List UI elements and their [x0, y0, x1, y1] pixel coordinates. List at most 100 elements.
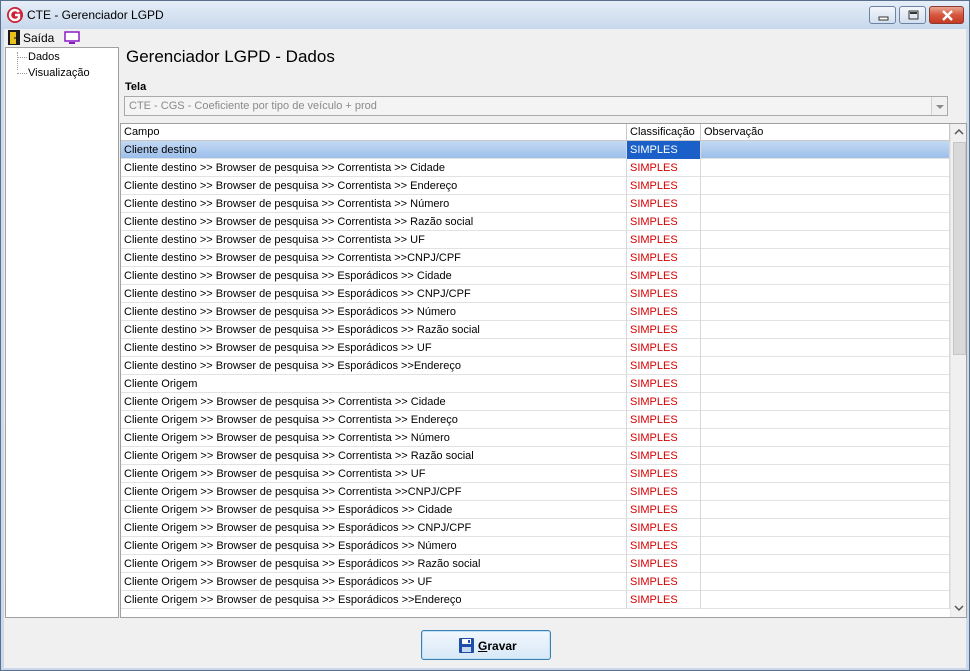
table-row[interactable]: Cliente Origem >> Browser de pesquisa >>… — [121, 501, 950, 519]
cell-classificacao[interactable]: SIMPLES — [627, 141, 701, 159]
cell-observacao[interactable] — [701, 177, 950, 195]
cell-campo[interactable]: Cliente destino >> Browser de pesquisa >… — [121, 159, 627, 177]
title-bar[interactable]: CTE - Gerenciador LGPD — [1, 1, 969, 29]
table-row[interactable]: Cliente Origem >> Browser de pesquisa >>… — [121, 537, 950, 555]
cell-classificacao[interactable]: SIMPLES — [627, 465, 701, 483]
cell-classificacao[interactable]: SIMPLES — [627, 159, 701, 177]
cell-observacao[interactable] — [701, 249, 950, 267]
cell-observacao[interactable] — [701, 591, 950, 609]
cell-observacao[interactable] — [701, 501, 950, 519]
cell-campo[interactable]: Cliente Origem >> Browser de pesquisa >>… — [121, 573, 627, 591]
cell-observacao[interactable] — [701, 159, 950, 177]
cell-classificacao[interactable]: SIMPLES — [627, 249, 701, 267]
table-row[interactable]: Cliente destino >> Browser de pesquisa >… — [121, 267, 950, 285]
cell-campo[interactable]: Cliente destino >> Browser de pesquisa >… — [121, 303, 627, 321]
tree-item-visualizacao[interactable]: Visualização — [28, 67, 90, 79]
close-button[interactable] — [929, 6, 964, 24]
cell-classificacao[interactable]: SIMPLES — [627, 501, 701, 519]
cell-classificacao[interactable]: SIMPLES — [627, 303, 701, 321]
cell-classificacao[interactable]: SIMPLES — [627, 285, 701, 303]
table-row[interactable]: Cliente Origem >> Browser de pesquisa >>… — [121, 429, 950, 447]
cell-observacao[interactable] — [701, 141, 950, 159]
cell-campo[interactable]: Cliente Origem >> Browser de pesquisa >>… — [121, 555, 627, 573]
table-row[interactable]: Cliente Origem SIMPLES — [121, 375, 950, 393]
table-row[interactable]: Cliente destino >> Browser de pesquisa >… — [121, 357, 950, 375]
column-header-observacao[interactable]: Observação — [701, 124, 950, 141]
cell-campo[interactable]: Cliente Origem — [121, 375, 627, 393]
cell-campo[interactable]: Cliente Origem >> Browser de pesquisa >>… — [121, 591, 627, 609]
tela-combobox[interactable]: CTE - CGS - Coeficiente por tipo de veíc… — [124, 96, 948, 116]
cell-classificacao[interactable]: SIMPLES — [627, 573, 701, 591]
cell-observacao[interactable] — [701, 393, 950, 411]
save-button[interactable]: Gravar — [421, 630, 551, 660]
cell-campo[interactable]: Cliente destino >> Browser de pesquisa >… — [121, 321, 627, 339]
cell-campo[interactable]: Cliente Origem >> Browser de pesquisa >>… — [121, 447, 627, 465]
table-row[interactable]: Cliente destino >> Browser de pesquisa >… — [121, 321, 950, 339]
cell-campo[interactable]: Cliente destino >> Browser de pesquisa >… — [121, 267, 627, 285]
cell-campo[interactable]: Cliente Origem >> Browser de pesquisa >>… — [121, 465, 627, 483]
cell-observacao[interactable] — [701, 573, 950, 591]
cell-campo[interactable]: Cliente Origem >> Browser de pesquisa >>… — [121, 429, 627, 447]
door-exit-icon[interactable] — [8, 30, 20, 45]
cell-observacao[interactable] — [701, 357, 950, 375]
cell-campo[interactable]: Cliente destino — [121, 141, 627, 159]
table-row[interactable]: Cliente destino SIMPLES — [121, 141, 950, 159]
column-header-campo[interactable]: Campo — [121, 124, 627, 141]
menu-exit[interactable]: Saída — [23, 31, 54, 45]
table-row[interactable]: Cliente destino >> Browser de pesquisa >… — [121, 195, 950, 213]
cell-campo[interactable]: Cliente destino >> Browser de pesquisa >… — [121, 339, 627, 357]
cell-observacao[interactable] — [701, 429, 950, 447]
column-header-classificacao[interactable]: Classificação — [627, 124, 701, 141]
cell-classificacao[interactable]: SIMPLES — [627, 195, 701, 213]
cell-observacao[interactable] — [701, 375, 950, 393]
cell-classificacao[interactable]: SIMPLES — [627, 375, 701, 393]
cell-observacao[interactable] — [701, 519, 950, 537]
monitor-icon[interactable] — [64, 31, 80, 45]
cell-observacao[interactable] — [701, 447, 950, 465]
cell-campo[interactable]: Cliente Origem >> Browser de pesquisa >>… — [121, 519, 627, 537]
cell-classificacao[interactable]: SIMPLES — [627, 267, 701, 285]
cell-campo[interactable]: Cliente destino >> Browser de pesquisa >… — [121, 195, 627, 213]
table-row[interactable]: Cliente destino >> Browser de pesquisa >… — [121, 213, 950, 231]
cell-campo[interactable]: Cliente destino >> Browser de pesquisa >… — [121, 177, 627, 195]
cell-classificacao[interactable]: SIMPLES — [627, 411, 701, 429]
cell-observacao[interactable] — [701, 231, 950, 249]
cell-classificacao[interactable]: SIMPLES — [627, 321, 701, 339]
cell-classificacao[interactable]: SIMPLES — [627, 483, 701, 501]
cell-campo[interactable]: Cliente destino >> Browser de pesquisa >… — [121, 213, 627, 231]
scrollbar-thumb[interactable] — [953, 142, 966, 355]
table-row[interactable]: Cliente Origem >> Browser de pesquisa >>… — [121, 573, 950, 591]
cell-observacao[interactable] — [701, 321, 950, 339]
cell-classificacao[interactable]: SIMPLES — [627, 339, 701, 357]
table-row[interactable]: Cliente Origem >> Browser de pesquisa >>… — [121, 555, 950, 573]
cell-classificacao[interactable]: SIMPLES — [627, 429, 701, 447]
cell-observacao[interactable] — [701, 465, 950, 483]
cell-classificacao[interactable]: SIMPLES — [627, 177, 701, 195]
table-row[interactable]: Cliente destino >> Browser de pesquisa >… — [121, 231, 950, 249]
cell-classificacao[interactable]: SIMPLES — [627, 519, 701, 537]
table-row[interactable]: Cliente destino >> Browser de pesquisa >… — [121, 303, 950, 321]
vertical-scrollbar[interactable] — [950, 124, 967, 617]
scroll-up-icon[interactable] — [951, 124, 967, 140]
maximize-button[interactable] — [899, 6, 926, 24]
cell-observacao[interactable] — [701, 411, 950, 429]
table-row[interactable]: Cliente Origem >> Browser de pesquisa >>… — [121, 483, 950, 501]
cell-classificacao[interactable]: SIMPLES — [627, 213, 701, 231]
cell-classificacao[interactable]: SIMPLES — [627, 447, 701, 465]
cell-classificacao[interactable]: SIMPLES — [627, 555, 701, 573]
table-row[interactable]: Cliente Origem >> Browser de pesquisa >>… — [121, 411, 950, 429]
cell-campo[interactable]: Cliente destino >> Browser de pesquisa >… — [121, 357, 627, 375]
cell-observacao[interactable] — [701, 483, 950, 501]
combobox-dropdown-button[interactable] — [931, 97, 947, 115]
table-row[interactable]: Cliente destino >> Browser de pesquisa >… — [121, 285, 950, 303]
table-row[interactable]: Cliente Origem >> Browser de pesquisa >>… — [121, 519, 950, 537]
cell-observacao[interactable] — [701, 267, 950, 285]
cell-observacao[interactable] — [701, 285, 950, 303]
cell-campo[interactable]: Cliente destino >> Browser de pesquisa >… — [121, 285, 627, 303]
table-row[interactable]: Cliente Origem >> Browser de pesquisa >>… — [121, 393, 950, 411]
cell-classificacao[interactable]: SIMPLES — [627, 393, 701, 411]
cell-classificacao[interactable]: SIMPLES — [627, 231, 701, 249]
table-row[interactable]: Cliente destino >> Browser de pesquisa >… — [121, 249, 950, 267]
scroll-down-icon[interactable] — [951, 600, 967, 616]
cell-campo[interactable]: Cliente Origem >> Browser de pesquisa >>… — [121, 393, 627, 411]
